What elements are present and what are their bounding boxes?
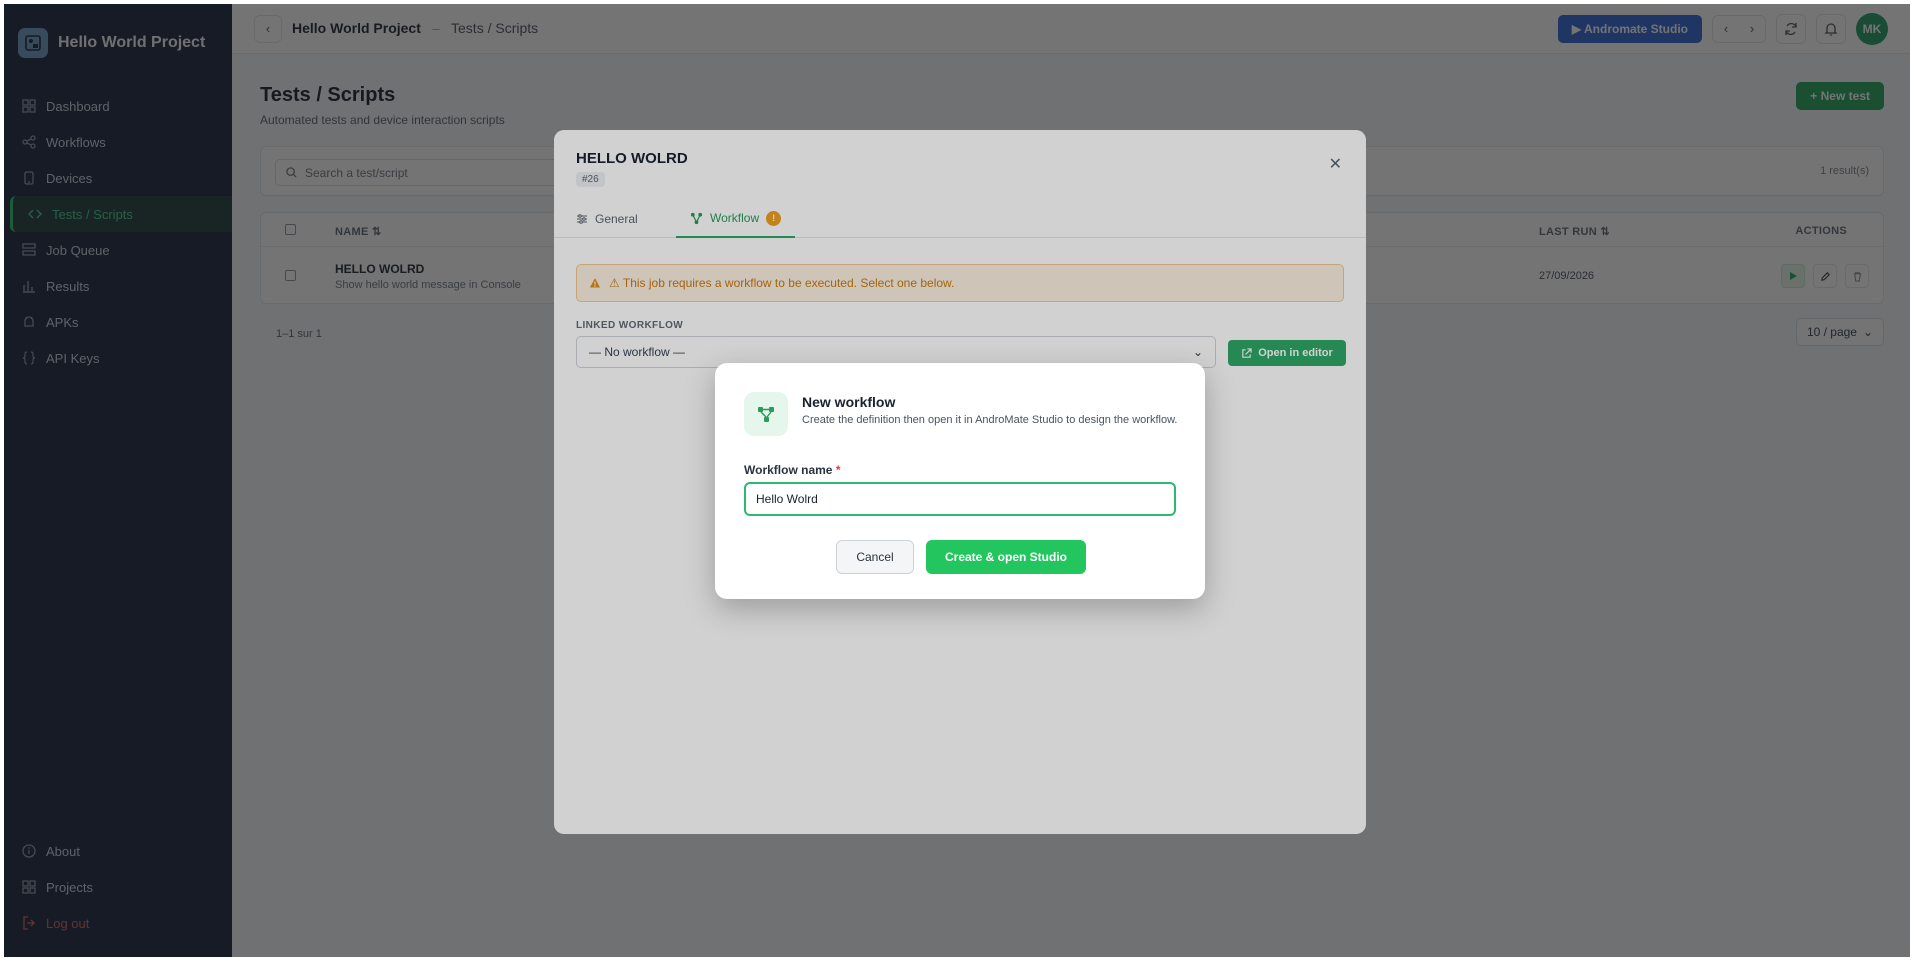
workflow-name-label-text: Workflow name — [744, 463, 833, 477]
workflow-name-label: Workflow name * — [744, 463, 840, 477]
workflow-icon — [744, 392, 788, 436]
create-open-studio-button[interactable]: Create & open Studio — [926, 540, 1086, 574]
dialog-title: New workflow — [802, 394, 896, 410]
app-window: Hello World Project Dashboard Workflows … — [4, 4, 1910, 957]
new-workflow-dialog: New workflow Create the definition then … — [715, 363, 1205, 599]
cancel-button[interactable]: Cancel — [836, 540, 914, 574]
required-mark: * — [835, 463, 841, 477]
dialog-description: Create the definition then open it in An… — [802, 414, 1178, 426]
workflow-name-input[interactable] — [744, 482, 1176, 516]
